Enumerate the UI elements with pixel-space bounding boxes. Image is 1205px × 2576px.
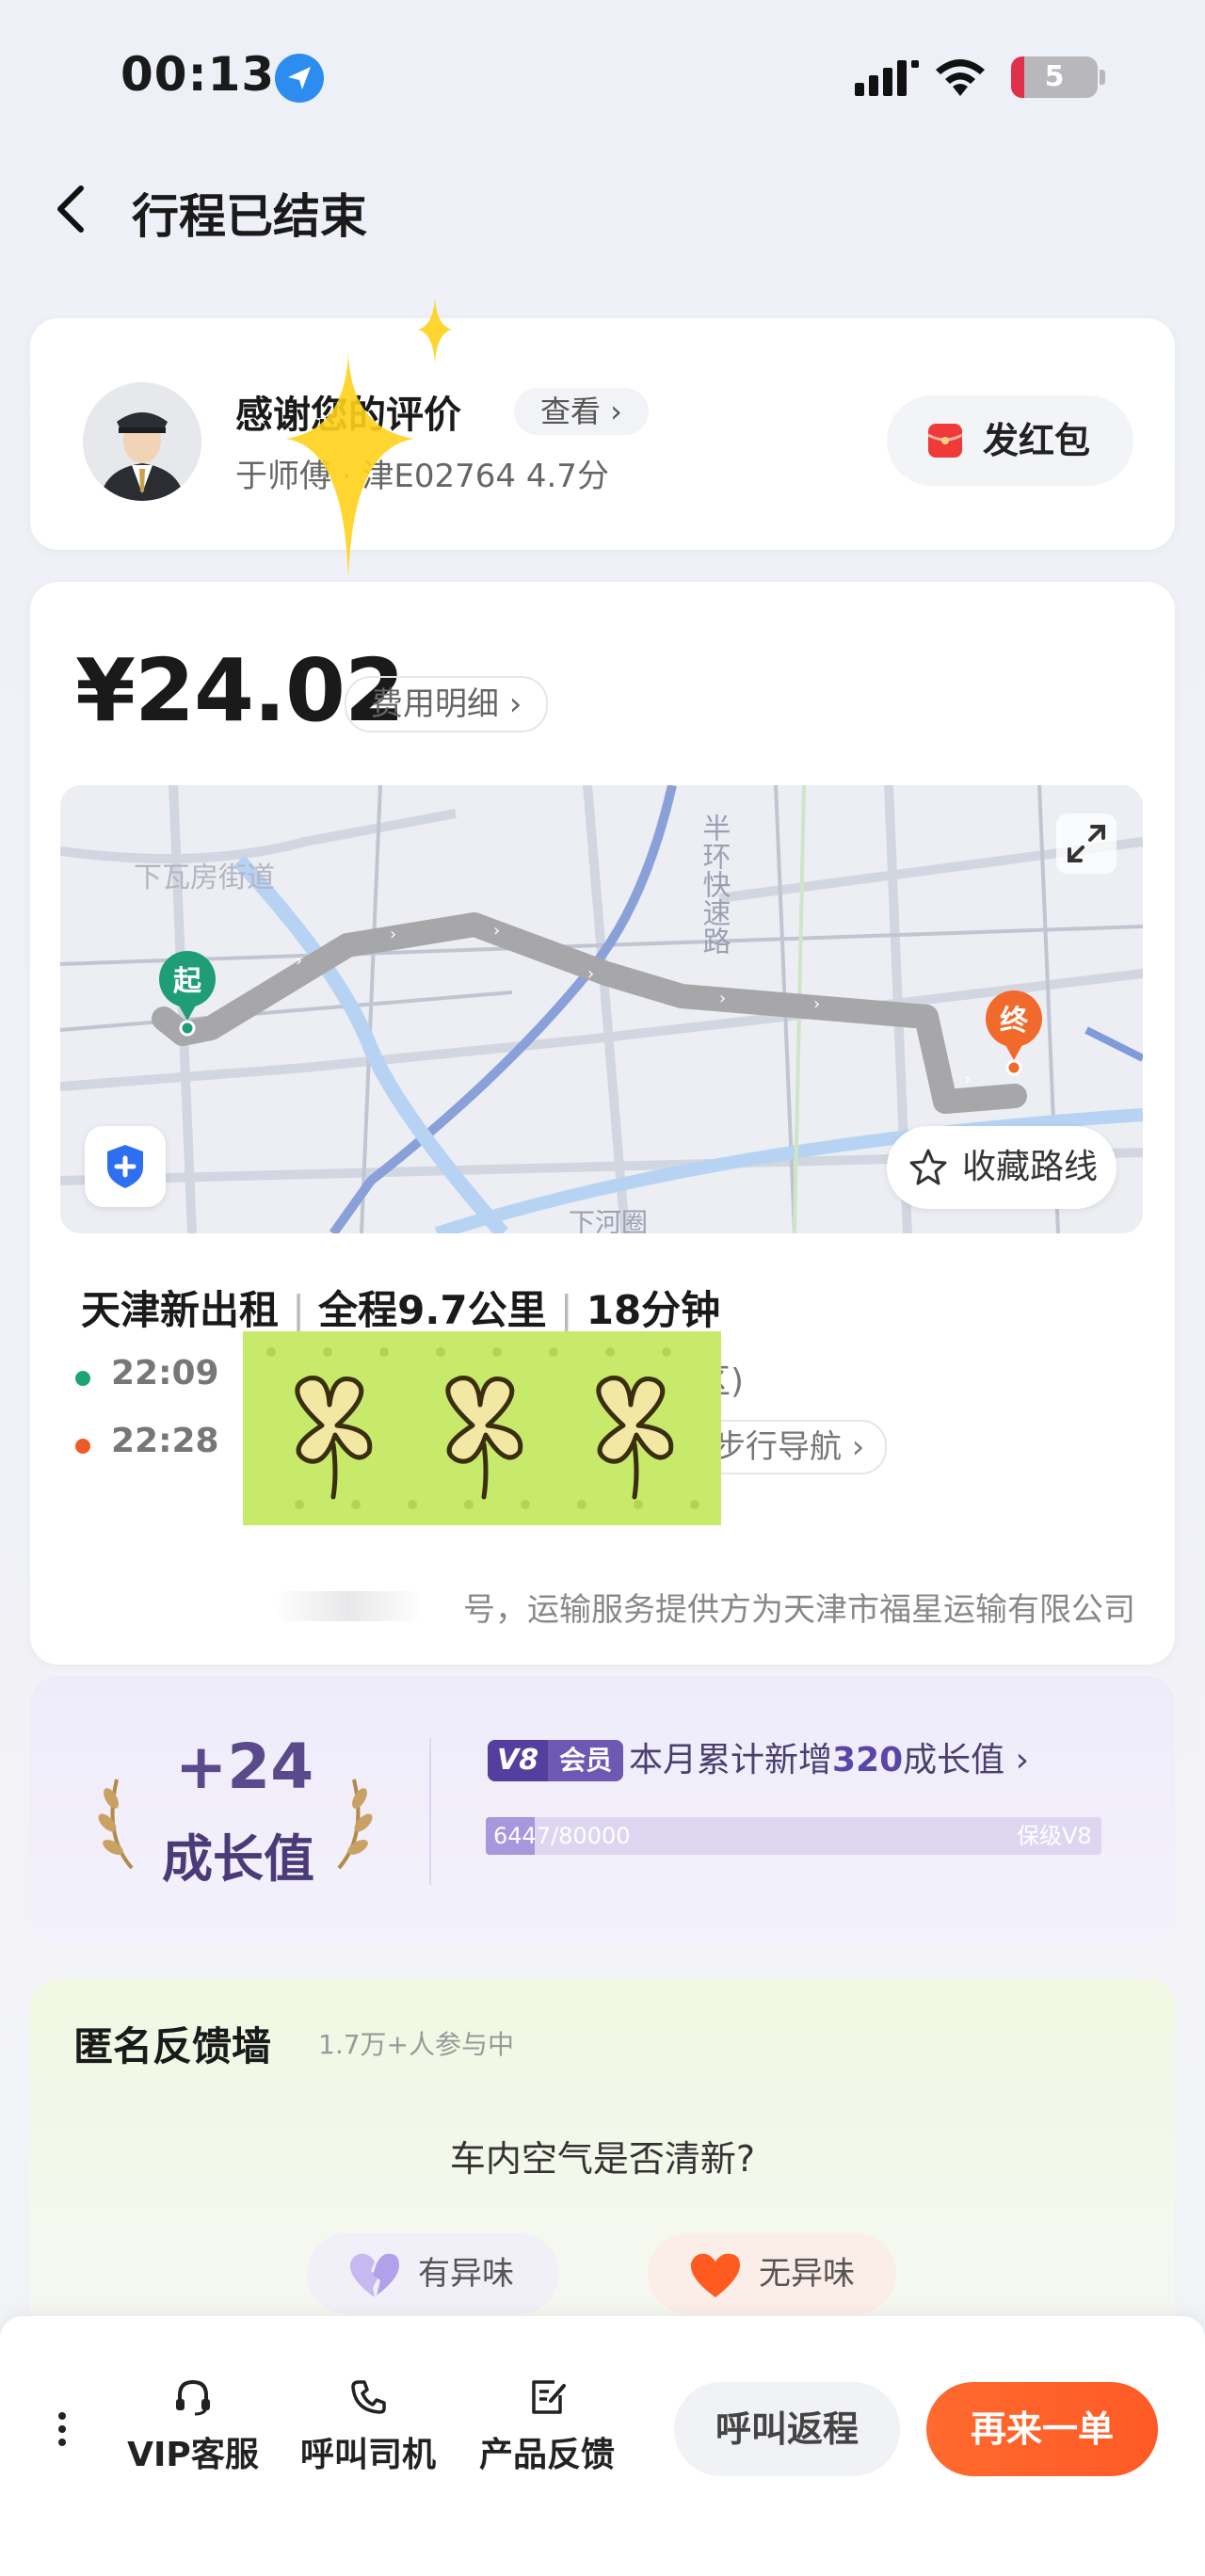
feedback-option-no-odor-label: 无异味 (759, 2255, 855, 2293)
growth-progress-target: 保级V8 (1017, 1823, 1092, 1849)
more-options-icon[interactable] (53, 2410, 72, 2448)
provider-notice: 号，运输服务提供方为天津市福星运输有限公司 (463, 1591, 1135, 1629)
member-label: 会员 (559, 1745, 613, 1776)
view-rating-button[interactable]: 查看 › (514, 388, 649, 435)
driver-avatar (83, 382, 201, 501)
page-title: 行程已结束 (132, 189, 367, 244)
svg-text:起: 起 (173, 965, 202, 998)
feedback-title: 匿名反馈墙 (73, 2023, 272, 2069)
vip-level-badge: V8 会员 (488, 1740, 624, 1781)
trip-summary: 天津新出租 | 全程9.7公里 | 18分钟 (81, 1287, 721, 1333)
growth-label: 成长值 (162, 1829, 314, 1889)
growth-progress-text: 6447/80000 (493, 1823, 631, 1849)
trip-distance: 全程9.7公里 (318, 1287, 547, 1333)
end-time: 22:28 (111, 1422, 219, 1460)
svg-text:›: › (964, 1070, 971, 1089)
cellular-signal-icon (855, 60, 919, 96)
svg-text:›: › (390, 925, 396, 944)
growth-value: +24 (175, 1731, 314, 1803)
map-label-xiahequan: 下河圈 (569, 1207, 648, 1233)
safety-shield-button[interactable] (85, 1126, 166, 1207)
order-again-button[interactable]: 再来一单 (926, 2382, 1158, 2476)
heart-icon (690, 2253, 740, 2297)
expand-icon (1068, 825, 1105, 862)
service-name: 天津新出租 (81, 1287, 280, 1333)
svg-text:终: 终 (1000, 1005, 1029, 1038)
month-growth-link[interactable]: 本月累计新增320成长值 › (629, 1740, 1029, 1781)
wifi-icon (936, 59, 985, 96)
call-driver-label: 呼叫司机 (299, 2436, 436, 2474)
svg-text:›: › (587, 964, 594, 984)
feedback-option-no-odor[interactable]: 无异味 (648, 2233, 896, 2314)
clover-sticker-image (243, 1331, 721, 1525)
end-dot (75, 1439, 90, 1454)
laurel-left-icon (98, 1779, 134, 1870)
shield-icon (107, 1145, 143, 1188)
star-icon (909, 1149, 947, 1185)
vip-service-button[interactable]: VIP客服 (113, 2376, 273, 2476)
feedback-option-odor[interactable]: 有异味 (307, 2233, 559, 2314)
product-feedback-label: 产品反馈 (478, 2436, 615, 2474)
red-packet-label: 发红包 (983, 420, 1091, 461)
month-growth-prefix: 本月累计新增 (629, 1741, 833, 1779)
battery-level: 5 (1044, 60, 1065, 93)
broken-heart-icon (349, 2253, 399, 2297)
product-feedback-button[interactable]: 产品反馈 (467, 2376, 627, 2476)
vip-service-label: VIP客服 (127, 2436, 259, 2474)
month-growth-suffix: 成长值 › (903, 1741, 1030, 1779)
location-arrow-icon (275, 54, 324, 103)
vip-level: V8 (488, 1740, 549, 1781)
feedback-count: 1.7万+人参与中 (318, 2029, 514, 2060)
rating-thanks: 感谢您的评价 (235, 394, 461, 437)
phone-icon (351, 2380, 386, 2414)
growth-card[interactable] (30, 1676, 1175, 1943)
map-expand-button[interactable] (1056, 813, 1117, 874)
save-route-label: 收藏路线 (962, 1148, 1099, 1186)
map-label-xiawafang: 下瓦房街道 (134, 861, 275, 894)
feedback-option-odor-label: 有异味 (418, 2255, 514, 2293)
send-red-packet-button[interactable]: 发红包 (887, 395, 1133, 486)
edit-note-icon (532, 2380, 566, 2414)
fee-detail-button[interactable]: 费用明细 › (345, 676, 549, 733)
feedback-question: 车内空气是否清新? (449, 2138, 756, 2180)
call-return-trip-button[interactable]: 呼叫返程 (674, 2382, 900, 2476)
map-label-expressway: 半环快速路 (698, 813, 731, 955)
clover-sticker (243, 1331, 721, 1525)
svg-text:›: › (493, 921, 500, 941)
svg-text:›: › (719, 989, 726, 1008)
growth-divider (429, 1738, 431, 1885)
driver-avatar-icon (83, 382, 201, 501)
back-arrow-icon[interactable] (51, 181, 88, 237)
status-time: 00:13 (120, 47, 276, 102)
trip-duration: 18分钟 (586, 1287, 721, 1333)
red-packet-icon (927, 424, 963, 458)
headset-icon (176, 2379, 210, 2416)
start-time: 22:09 (111, 1354, 219, 1393)
start-dot (75, 1371, 90, 1386)
call-driver-button[interactable]: 呼叫司机 (288, 2376, 448, 2476)
month-growth-value: 320 (832, 1741, 904, 1779)
battery-indicator: 5 (1011, 56, 1098, 98)
svg-text:›: › (813, 994, 820, 1014)
battery-cap (1100, 70, 1105, 85)
laurel-right-icon (337, 1779, 373, 1870)
save-route-button[interactable]: 收藏路线 (887, 1126, 1117, 1209)
driver-info: 于师傅 · 津E02764 4.7分 (235, 458, 609, 495)
svg-text:›: › (296, 951, 302, 971)
